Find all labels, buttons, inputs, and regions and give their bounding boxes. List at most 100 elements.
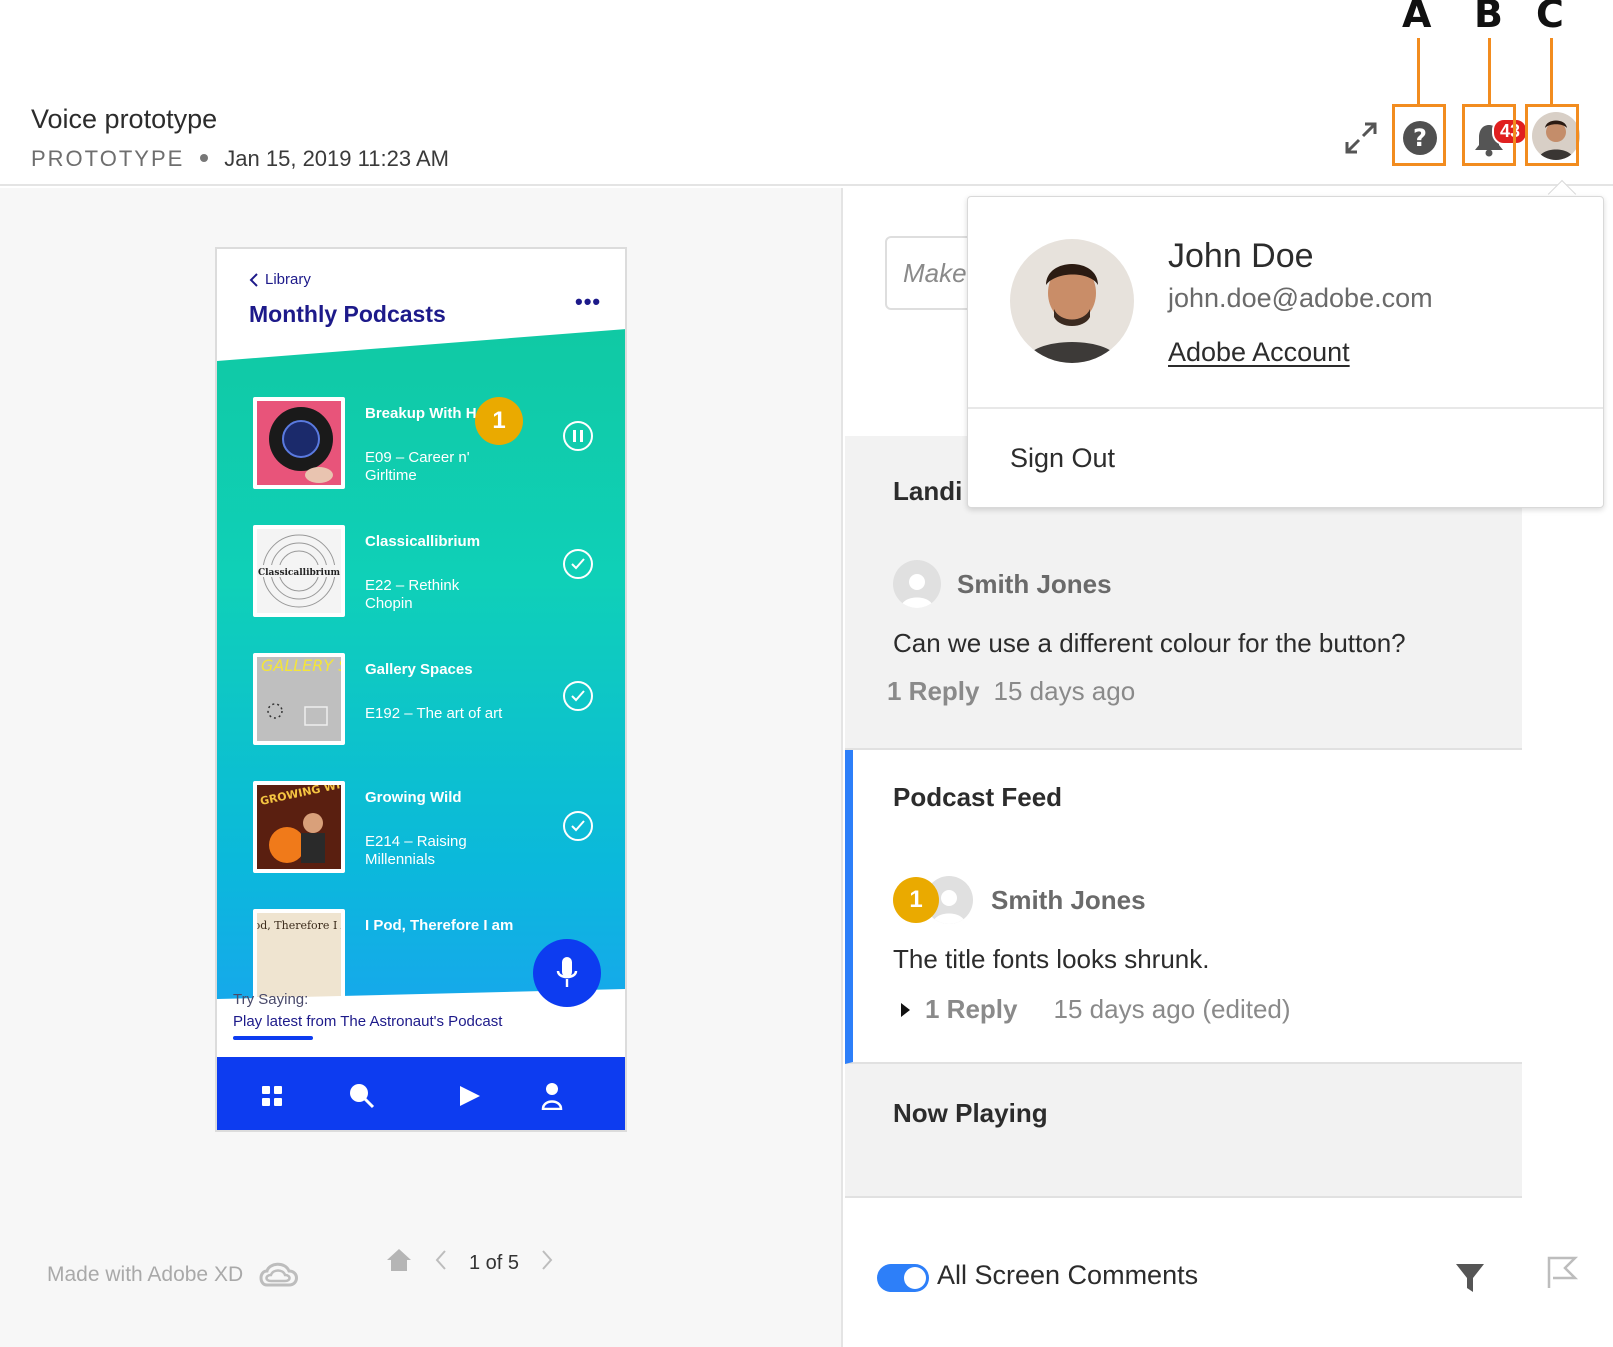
podcast-item[interactable]: Classicallibrium Classicallibrium E22 – … [253,525,613,621]
screen-pager: 1 of 5 [385,1247,553,1279]
filter-icon[interactable] [1455,1262,1485,1299]
comment-author: 1 Smith Jones [893,876,1146,924]
podcast-name: Growing Wild [365,789,462,806]
grid-icon[interactable] [255,1079,289,1113]
callout-label-c: C [1536,0,1564,36]
podcast-name: Breakup With H [365,405,477,422]
chevron-left-icon [249,272,258,287]
comment-thread[interactable]: Now Playing [845,1064,1522,1198]
comment-time: 15 days ago (edited) [1053,994,1291,1024]
adobe-account-link[interactable]: Adobe Account [1168,337,1350,368]
callout-box-a [1392,104,1446,166]
user-placeholder-icon [893,560,941,608]
pause-icon[interactable] [563,421,593,451]
try-saying-text: Play latest from The Astronaut's Podcast [233,1013,503,1030]
podcast-episode: E22 – Rethink Chopin [365,577,460,612]
next-screen-icon[interactable] [541,1249,553,1277]
podcast-episode: E09 – Career n' Girltime [365,449,470,484]
callout-line-c [1550,38,1553,104]
app-root: Voice prototype PROTOTYPE Jan 15, 2019 11… [0,0,1613,1347]
reply-count-link[interactable]: 1 Reply [887,676,980,707]
play-icon[interactable] [453,1079,487,1113]
comments-toolbar: All Screen Comments [845,1198,1613,1347]
all-screen-comments-toggle[interactable] [877,1264,929,1292]
home-icon[interactable] [385,1247,413,1279]
podcast-artwork: I Pod, Therefore I Am [253,909,345,1001]
back-label: Library [265,271,311,288]
podcast-item[interactable]: GALLERY SPACES Gallery Spaces E192 – The… [253,653,613,749]
comment-pin[interactable]: 1 [475,397,523,445]
creative-cloud-logo-icon [255,1259,301,1296]
artwork-title: I Pod, Therefore I Am [257,919,341,932]
reply-count-link[interactable]: 1 Reply [925,994,1018,1025]
microphone-button[interactable] [533,939,601,1007]
account-popover: John Doe john.doe@adobe.com Adobe Accoun… [967,196,1604,508]
artwork-title: GALLERY SPACES [261,657,341,675]
comment-text: The title fonts looks shrunk. [893,944,1210,974]
callout-label-a: A [1402,0,1432,36]
comment-author: Smith Jones [893,560,1112,608]
check-icon[interactable] [563,681,593,711]
account-name: John Doe [1168,237,1314,275]
callout-label-b: B [1474,0,1503,36]
podcast-name: Classicallibrium [365,533,481,550]
toggle-knob [904,1267,926,1289]
callout-box-b [1462,104,1516,166]
sign-out-button[interactable]: Sign Out [1010,443,1115,474]
podcast-episode: E192 – The art of art [365,705,503,722]
callout-line-b [1488,38,1491,104]
meta-separator [200,154,209,163]
phone-tab-bar [217,1057,625,1130]
callout-line-a [1417,38,1420,104]
podcast-artwork [253,397,345,489]
expand-replies-icon[interactable] [899,994,911,1025]
document-kind: PROTOTYPE [31,146,185,171]
toggle-label: All Screen Comments [937,1260,1199,1290]
comment-pin-badge: 1 [893,877,939,923]
author-name: Smith Jones [957,568,1112,599]
podcast-artwork: GALLERY SPACES [253,653,345,745]
library-back-link[interactable]: Library [249,271,311,288]
comment-time: 15 days ago [993,676,1136,706]
document-date: Jan 15, 2019 11:23 AM [224,146,449,171]
account-avatar [1010,239,1134,363]
fullscreen-icon[interactable] [1341,118,1381,158]
header: Voice prototype PROTOTYPE Jan 15, 2019 11… [0,0,1613,186]
phone-artboard[interactable]: Library Monthly Podcasts ••• Breakup Wit… [215,247,627,1132]
podcast-name: I Pod, Therefore I am [365,917,514,934]
document-title: Voice prototype [31,104,218,134]
pin-toggle-icon[interactable] [1545,1254,1579,1295]
microphone-icon [556,957,578,987]
author-name: Smith Jones [991,884,1146,915]
account-email: john.doe@adobe.com [1168,283,1433,313]
podcast-artwork: GROWING WILD [253,781,345,873]
voice-progress-bar [233,1036,313,1040]
thread-title: Podcast Feed [893,782,1063,812]
search-icon[interactable] [345,1079,379,1113]
check-icon[interactable] [563,549,593,579]
prev-screen-icon[interactable] [435,1249,447,1277]
comment-meta: 1 Reply 15 days ago [887,676,1135,707]
page-indicator: 1 of 5 [469,1251,520,1274]
callout-box-c [1525,104,1579,166]
more-options-icon[interactable]: ••• [575,289,601,315]
podcast-name: Gallery Spaces [365,661,473,678]
podcast-item[interactable]: Breakup With H E09 – Career n' Girltime [253,397,613,493]
podcast-item[interactable]: GROWING WILD Growing Wild E214 – Raising… [253,781,613,877]
profile-icon[interactable] [535,1079,569,1113]
thread-title: Landi [893,476,963,506]
comment-thread-active[interactable]: Podcast Feed 1 Smith Jones The title fon… [845,750,1522,1064]
comment-meta: 1 Reply 15 days ago (edited) [899,994,1291,1025]
made-with-adobe-xd: Made with Adobe XD [47,1263,244,1286]
comment-text: Can we use a different colour for the bu… [893,628,1406,658]
phone-title: Monthly Podcasts [249,301,446,327]
expand-arrows-icon [1345,122,1377,154]
podcast-episode: E214 – Raising Millennials [365,833,467,868]
try-saying-label: Try Saying: [233,991,309,1008]
popover-divider [968,407,1603,409]
podcast-artwork: Classicallibrium [253,525,345,617]
document-meta: PROTOTYPE Jan 15, 2019 11:23 AM [31,146,449,172]
check-icon[interactable] [563,811,593,841]
thread-title: Now Playing [893,1098,1048,1128]
artwork-title: Classicallibrium [258,568,341,578]
